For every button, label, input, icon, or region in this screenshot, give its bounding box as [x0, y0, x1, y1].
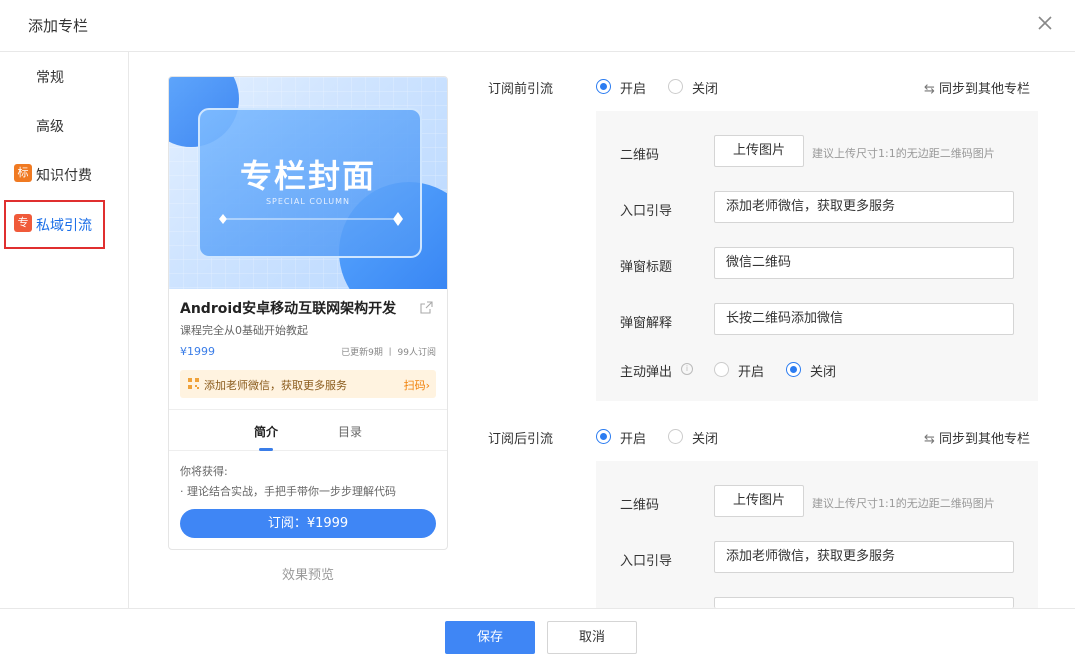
upload-hint: 建议上传尺寸1:1的无边距二维码图片	[812, 147, 995, 160]
next-input-partial[interactable]	[714, 597, 1014, 608]
intro-line: · 理论结合实战，手把手带你一步步理解代码	[180, 485, 396, 498]
entry-guide-label: 入口引导	[620, 204, 673, 219]
intro-heading: 你将获得:	[180, 465, 228, 478]
tab-catalog[interactable]: 目录	[338, 423, 362, 440]
info-icon[interactable]: i	[681, 363, 693, 375]
radio-label: 关闭	[692, 82, 719, 97]
dialog-title: 添加专栏	[28, 17, 89, 35]
radio-label: 开启	[738, 365, 765, 380]
sync-label: 同步到其他专栏	[939, 82, 1031, 97]
radio-checked-icon	[596, 79, 611, 94]
cover-title: 专栏封面	[239, 157, 376, 195]
close-icon[interactable]	[1034, 12, 1056, 34]
entry-guide-label: 入口引导	[620, 554, 673, 569]
preview-caption: 效果预览	[281, 568, 334, 583]
tab-active-indicator	[259, 448, 273, 451]
wechat-guide-text: 添加老师微信，获取更多服务	[204, 379, 347, 392]
tab-intro[interactable]: 简介	[254, 423, 278, 440]
popup-desc-input[interactable]: 长按二维码添加微信	[714, 303, 1014, 335]
course-price: ¥1999	[180, 345, 215, 358]
auto-popup-label: 主动弹出	[620, 365, 673, 380]
radio-unchecked-icon	[668, 429, 683, 444]
popup-title-input[interactable]: 微信二维码	[714, 247, 1014, 279]
sidebar-item-general[interactable]: 常规	[0, 52, 129, 101]
save-button[interactable]: 保存	[445, 621, 535, 654]
column-badge-icon: 专	[14, 214, 32, 232]
preview-card: 专栏封面 SPECIAL COLUMN Android安卓移动互联网架构开发 课…	[168, 76, 448, 550]
preview-tabs: 简介 目录	[169, 409, 447, 451]
upload-image-button[interactable]: 上传图片	[714, 485, 804, 517]
subscribe-button[interactable]: 订阅：¥1999	[180, 509, 436, 538]
radio-unchecked-icon	[714, 362, 729, 377]
sidebar-item-label: 私域引流	[36, 218, 92, 234]
qrcode-label: 二维码	[620, 498, 660, 513]
sidebar-item-label: 高级	[36, 119, 64, 135]
sidebar-item-advanced[interactable]: 高级	[0, 101, 129, 150]
before-subscribe-label: 订阅前引流	[488, 82, 554, 97]
wechat-guide-bar[interactable]: 添加老师微信，获取更多服务 扫码›	[180, 370, 436, 398]
dialog-footer: 保存 取消	[0, 608, 1075, 666]
sidebar-item-label: 知识付费	[36, 168, 92, 184]
sidebar-item-paid-knowledge[interactable]: 标 知识付费	[0, 150, 129, 199]
sidebar: 常规 高级 标 知识付费 专 私域引流	[0, 52, 129, 608]
dialog-header: 添加专栏	[0, 0, 1075, 52]
scan-link[interactable]: 扫码›	[404, 377, 430, 393]
after-subscribe-label: 订阅后引流	[488, 432, 554, 447]
radio-checked-icon	[596, 429, 611, 444]
course-description: 课程完全从0基础开始教起	[180, 324, 308, 337]
qrcode-label: 二维码	[620, 148, 660, 163]
after-settings-panel	[596, 461, 1038, 608]
tag-badge-icon: 标	[14, 164, 32, 182]
chevron-right-icon: ›	[425, 379, 430, 392]
entry-guide-input[interactable]: 添加老师微信，获取更多服务	[714, 191, 1014, 223]
course-title: Android安卓移动互联网架构开发	[180, 301, 397, 317]
entry-guide-input[interactable]: 添加老师微信，获取更多服务	[714, 541, 1014, 573]
popup-desc-label: 弹窗解释	[620, 316, 673, 331]
radio-label: 关闭	[810, 365, 837, 380]
after-sync-link[interactable]: ⇆ 同步到其他专栏	[924, 428, 1030, 447]
sidebar-item-label: 常规	[36, 70, 64, 86]
cover-image: 专栏封面 SPECIAL COLUMN	[169, 77, 447, 289]
before-sync-link[interactable]: ⇆ 同步到其他专栏	[924, 78, 1030, 97]
radio-label: 开启	[620, 432, 647, 447]
sidebar-item-private-traffic[interactable]: 专 私域引流	[4, 200, 105, 249]
popup-title-label: 弹窗标题	[620, 260, 673, 275]
cancel-button[interactable]: 取消	[547, 621, 637, 654]
radio-label: 关闭	[692, 432, 719, 447]
course-stats: 已更新9期 丨 99人订阅	[341, 348, 436, 358]
cover-subtitle: SPECIAL COLUMN	[265, 197, 351, 206]
upload-hint: 建议上传尺寸1:1的无边距二维码图片	[812, 497, 995, 510]
radio-label: 开启	[620, 82, 647, 97]
radio-checked-icon	[786, 362, 801, 377]
swap-icon: ⇆	[924, 432, 935, 447]
scan-link-label: 扫码	[403, 379, 426, 392]
swap-icon: ⇆	[924, 82, 935, 97]
upload-image-button[interactable]: 上传图片	[714, 135, 804, 167]
qrcode-icon	[188, 378, 199, 389]
share-icon[interactable]	[420, 301, 433, 314]
radio-unchecked-icon	[668, 79, 683, 94]
sync-label: 同步到其他专栏	[939, 432, 1031, 447]
